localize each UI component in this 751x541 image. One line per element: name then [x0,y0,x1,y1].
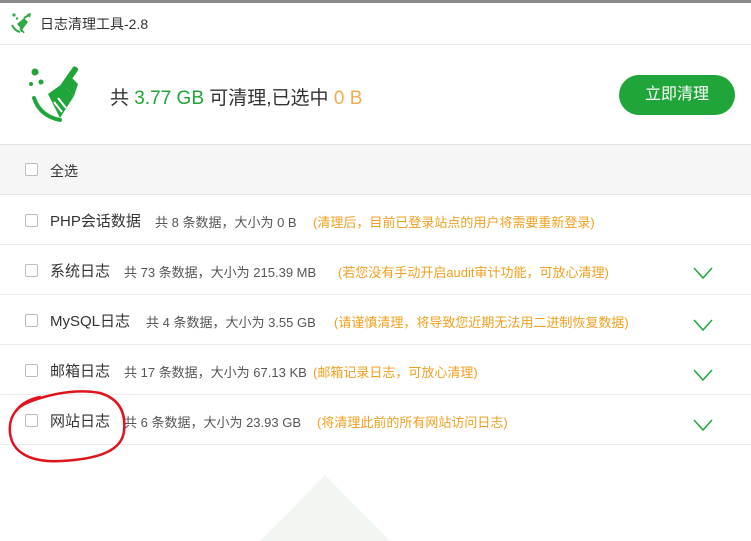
item-name[interactable]: 系统日志 [50,260,110,281]
select-all-checkbox[interactable] [25,163,38,176]
item-info: 共 73 条数据，大小为 215.39 MB [124,265,317,280]
clean-now-button[interactable]: 立即清理 [619,75,735,115]
item-checkbox[interactable] [25,264,38,277]
list-item: 系统日志 共 73 条数据，大小为 215.39 MB (若您没有手动开启aud… [0,245,751,295]
chevron-down-icon[interactable] [693,319,713,331]
list-item: PHP会话数据 共 8 条数据，大小为 0 B (清理后，目前已登录站点的用户将… [0,195,751,245]
select-all-label[interactable]: 全选 [50,161,78,181]
item-info: 共 4 条数据，大小为 3.55 GB [146,315,316,330]
item-note: (若您没有手动开启audit审计功能，可放心清理) [338,265,609,280]
title-bar[interactable]: 日志清理工具-2.8 [0,3,751,45]
list-item: MySQL日志 共 4 条数据，大小为 3.55 GB (请谨慎清理，将导致您近… [0,295,751,345]
summary-middle: 可清理,已选中 [204,88,334,109]
chevron-down-icon[interactable] [693,369,713,381]
select-all-bar: 全选 [0,145,751,195]
item-info: 共 8 条数据，大小为 0 B [155,215,297,230]
item-checkbox[interactable] [25,314,38,327]
item-note: (邮箱记录日志，可放心清理) [313,365,478,380]
item-name[interactable]: PHP会话数据 [50,210,141,231]
chevron-down-icon[interactable] [693,267,713,279]
item-checkbox[interactable] [25,364,38,377]
item-checkbox[interactable] [25,214,38,227]
item-name[interactable]: 邮箱日志 [50,360,110,381]
item-note: (清理后，目前已登录站点的用户将需要重新登录) [313,215,595,230]
selected-size-value: 0 B [333,88,363,109]
total-size-value: 3.77 GB [134,88,204,109]
background-watermark [260,475,390,541]
item-note: (请谨慎清理，将导致您近期无法用二进制恢复数据) [334,315,629,330]
summary-prefix: 共 [110,88,135,109]
item-info: 共 6 条数据，大小为 23.93 GB [124,415,301,430]
item-note: (将清理此前的所有网站访问日志) [317,415,508,430]
summary-panel: 共 3.77 GB 可清理,已选中 0 B 立即清理 [0,45,751,145]
window-title: 日志清理工具-2.8 [40,16,149,32]
annotation-circle [8,390,126,463]
app-broom-icon [11,13,31,34]
item-info: 共 17 条数据，大小为 67.13 KB [124,365,307,380]
chevron-down-icon[interactable] [693,419,713,431]
log-cleaner-window: 日志清理工具-2.8 共 3.77 GB 可清理,已选中 0 B 立即清理 全选… [0,0,751,541]
item-name[interactable]: MySQL日志 [50,310,130,331]
cleanable-summary: 共 3.77 GB 可清理,已选中 0 B [110,83,362,110]
broom-icon [29,66,79,122]
